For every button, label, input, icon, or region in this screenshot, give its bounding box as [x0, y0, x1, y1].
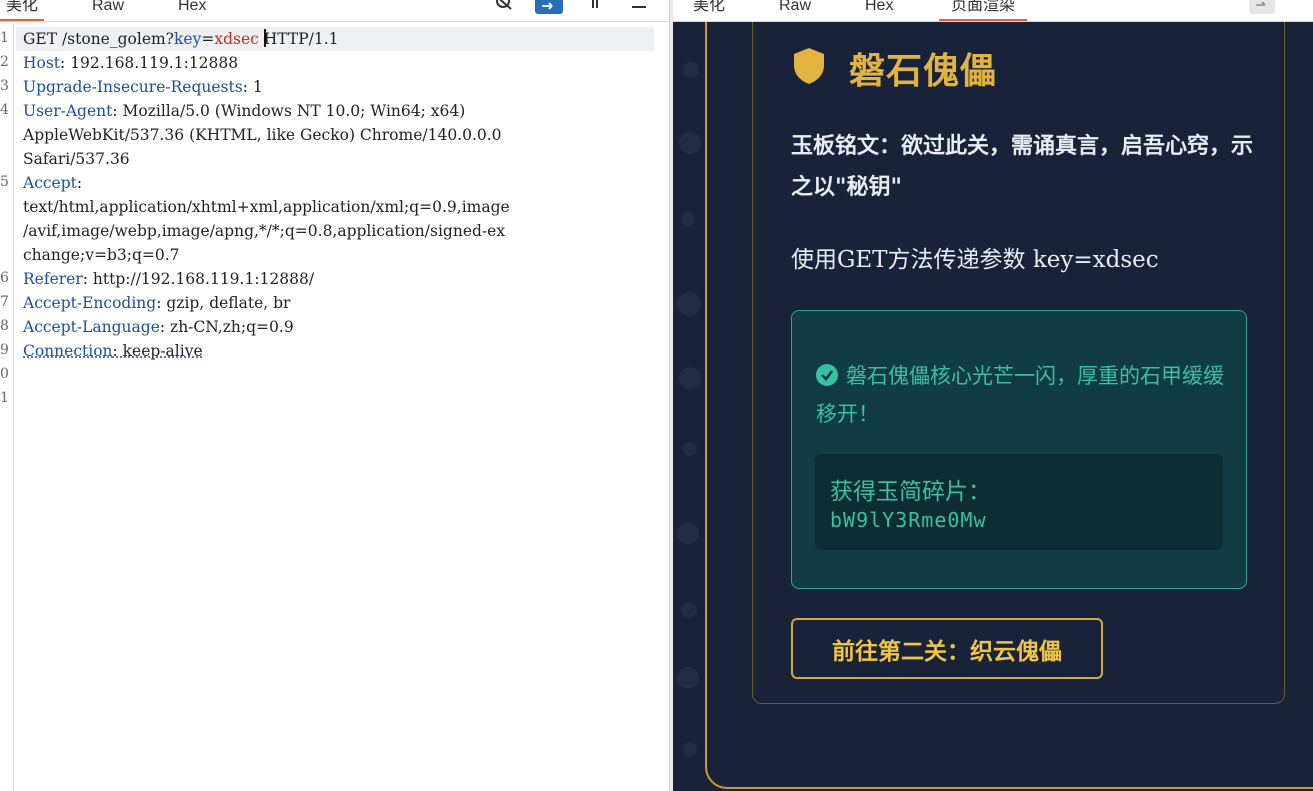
success-panel: 磐石傀儡核心光芒一闪，厚重的石甲缓缓移开！ 获得玉简碎片： bW9lY3Rme0…	[791, 310, 1247, 589]
tab-raw[interactable]: Raw	[92, 0, 124, 21]
request-method-path: GET /stone_golem?	[23, 30, 174, 48]
decor-dot	[683, 62, 699, 78]
tab-render[interactable]: 页面渲染	[938, 0, 1028, 21]
line-number: 3	[0, 78, 9, 94]
request-editor[interactable]: 1 2 3 4 5 6 7 8 9 0 1 GET /stone_golem?k…	[0, 23, 669, 791]
decor-dot	[679, 132, 701, 154]
decor-dot	[683, 742, 697, 756]
success-text: 磐石傀儡核心光芒一闪，厚重的石甲缓缓移开！	[816, 364, 1224, 426]
header-accept-language[interactable]: Accept-Language: zh-CN,zh;q=0.9	[23, 315, 294, 339]
line-number: 7	[0, 294, 9, 310]
fragment-value[interactable]: bW9lY3Rme0Mw	[830, 508, 987, 532]
decor-dot	[677, 667, 699, 689]
line-number: 5	[0, 174, 9, 190]
shield-icon	[791, 46, 827, 90]
header-value: : Mozilla/5.0 (Windows NT 10.0; Win64; x…	[112, 102, 466, 120]
fragment-label: 获得玉简碎片：	[830, 479, 991, 505]
header-upgrade-insecure[interactable]: Upgrade-Insecure-Requests: 1	[23, 75, 263, 99]
response-pane: 美化 Raw Hex 页面渲染 磐石傀儡 玉板铭文：欲过此关，需诵真言，启吾心窍…	[673, 0, 1313, 791]
param-key: key	[174, 30, 202, 48]
decor-dot	[683, 442, 697, 456]
header-name: Host	[23, 54, 61, 72]
header-value: : keep-alive	[112, 342, 203, 360]
next-level-button[interactable]: 前往第二关：织云傀儡	[791, 618, 1103, 679]
title-row: 磐石傀儡	[791, 44, 997, 92]
menu-icon[interactable]	[628, 0, 650, 14]
header-host[interactable]: Host: 192.168.119.1:12888	[23, 51, 238, 75]
header-value: : zh-CN,zh;q=0.9	[159, 318, 294, 336]
header-continuation: Safari/537.36	[23, 150, 130, 168]
page-title: 磐石傀儡	[849, 51, 998, 92]
line-number: 8	[0, 318, 9, 334]
decor-dot	[679, 367, 701, 389]
line-number: 1	[0, 30, 9, 46]
tab-raw[interactable]: Raw	[779, 0, 811, 21]
header-value: : 192.168.119.1:12888	[60, 54, 239, 72]
request-line[interactable]: GET /stone_golem?key=xdsec HTTP/1.1	[16, 27, 654, 51]
rendered-page: 磐石傀儡 玉板铭文：欲过此关，需诵真言，启吾心窍，示之以"秘钥" 使用GET方法…	[673, 22, 1313, 791]
header-name: Connection	[23, 342, 113, 360]
tab-pretty[interactable]: 美化	[693, 0, 725, 21]
header-accept-encoding[interactable]: Accept-Encoding: gzip, deflate, br	[23, 291, 290, 315]
decor-dot	[681, 602, 697, 618]
param-eq: =	[201, 30, 215, 48]
line-number: 9	[0, 342, 9, 358]
header-continuation: AppleWebKit/537.36 (KHTML, like Gecko) C…	[23, 126, 502, 144]
header-continuation: text/html,application/xhtml+xml,applicat…	[23, 198, 510, 216]
header-user-agent[interactable]: User-Agent: Mozilla/5.0 (Windows NT 10.0…	[23, 99, 465, 123]
hint-text: 使用GET方法传递参数 key=xdsec	[791, 247, 1159, 273]
newline-icon[interactable]	[584, 0, 606, 14]
header-referer[interactable]: Referer: http://192.168.119.1:12888/	[23, 267, 314, 291]
tab-hex[interactable]: Hex	[178, 0, 206, 21]
success-message: 磐石傀儡核心光芒一闪，厚重的石甲缓缓移开！	[816, 359, 1226, 432]
wrap-lines-icon[interactable]	[535, 0, 563, 14]
line-number-gutter: 1 2 3 4 5 6 7 8 9 0 1	[0, 23, 14, 791]
fragment-box: 获得玉简碎片： bW9lY3Rme0Mw	[815, 454, 1223, 550]
header-name: Referer	[23, 270, 83, 288]
param-value: xdsec	[214, 30, 259, 48]
header-connection[interactable]: Connection: keep-alive	[23, 339, 203, 363]
header-value: : 1	[242, 78, 263, 96]
line-number: 0	[0, 366, 9, 382]
decor-dot	[677, 292, 701, 316]
wrap-lines-icon[interactable]	[1249, 0, 1275, 14]
decor-dot	[677, 522, 699, 544]
header-continuation: change;v=b3;q=0.7	[23, 246, 180, 264]
header-continuation: /avif,image/webp,image/apng,*/*;q=0.8,ap…	[23, 222, 506, 240]
line-number: 6	[0, 270, 9, 286]
inscription-text: 玉板铭文：欲过此关，需诵真言，启吾心窍，示之以"秘钥"	[791, 133, 1254, 200]
header-value: : http://192.168.119.1:12888/	[82, 270, 315, 288]
header-name: Accept-Encoding	[23, 294, 157, 312]
header-name: User-Agent	[23, 102, 113, 120]
header-name: Accept	[23, 174, 77, 192]
decor-dot	[681, 212, 695, 226]
line-number: 2	[0, 54, 9, 70]
header-separator: :	[76, 174, 83, 192]
request-tabbar: 美化 Raw Hex	[0, 0, 670, 22]
request-pane: 美化 Raw Hex 1 2 3 4 5 6 7 8 9 0 1 GET /st…	[0, 0, 670, 791]
protocol: HTTP/1.1	[263, 30, 339, 48]
header-value: : gzip, deflate, br	[156, 294, 291, 312]
tab-pretty[interactable]: 美化	[0, 0, 45, 21]
eye-off-icon[interactable]	[493, 0, 515, 14]
line-number: 4	[0, 102, 9, 118]
tab-hex[interactable]: Hex	[865, 0, 893, 21]
check-circle-icon	[816, 362, 838, 397]
header-name: Accept-Language	[23, 318, 160, 336]
header-accept[interactable]: Accept:	[23, 171, 82, 195]
header-name: Upgrade-Insecure-Requests	[23, 78, 243, 96]
response-tabbar: 美化 Raw Hex 页面渲染	[673, 0, 1313, 22]
line-number: 1	[0, 390, 9, 406]
